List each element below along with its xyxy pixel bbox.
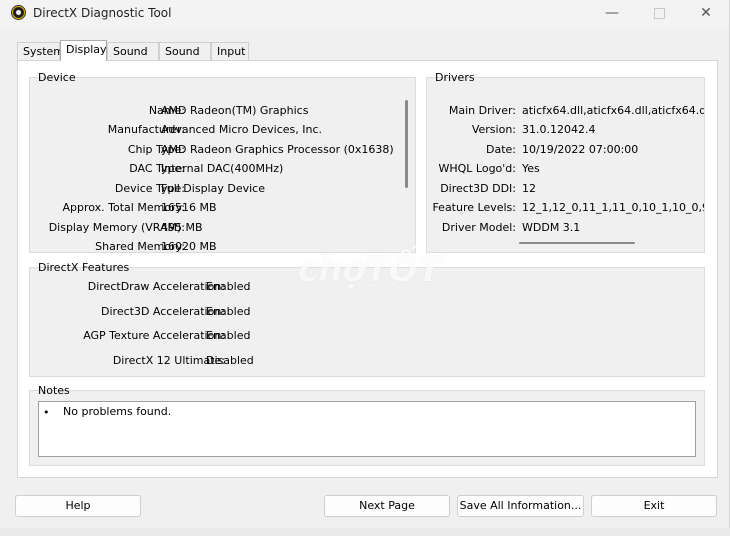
directx-app-icon — [11, 5, 26, 20]
driver-label: Direct3D DDI: — [440, 182, 516, 195]
driver-row: Main Driver: aticfx64.dll,aticfx64.dll,a… — [427, 101, 704, 120]
save-all-information-button[interactable]: Save All Information... — [457, 495, 584, 517]
driver-row: WHQL Logo'd: Yes — [427, 159, 704, 178]
driver-value: 10/19/2022 07:00:00 — [522, 143, 639, 156]
device-row: Manufacturer: Advanced Micro Devices, In… — [30, 120, 410, 139]
driver-label: Version: — [471, 123, 516, 136]
driver-value: Yes — [522, 162, 540, 175]
tab-sound-1[interactable]: Sound 1 — [107, 42, 159, 75]
maximize-icon — [653, 7, 665, 19]
device-value: Full Display Device — [161, 182, 265, 195]
device-value: Internal DAC(400MHz) — [161, 162, 284, 175]
help-button[interactable]: Help — [15, 495, 141, 517]
close-button[interactable]: ✕ — [683, 0, 729, 28]
device-row: Display Memory (VRAM): 495 MB — [30, 218, 410, 237]
tab-input[interactable]: Input — [211, 42, 249, 60]
background-strip — [0, 528, 730, 536]
driver-value: 31.0.12042.4 — [522, 123, 596, 136]
driver-value: 12 — [522, 182, 536, 195]
window-title: DirectX Diagnostic Tool — [33, 6, 172, 20]
tab-display[interactable]: Display — [60, 40, 107, 61]
feature-row: Direct3D Acceleration: Enabled — [30, 302, 330, 321]
feature-value: Disabled — [206, 354, 254, 367]
note-item: No problems found. — [63, 405, 172, 418]
directx-features-title: DirectX Features — [38, 261, 130, 274]
device-value: 495 MB — [161, 221, 203, 234]
driver-value: aticfx64.dll,aticfx64.dll,aticfx64.dll,a… — [522, 104, 704, 117]
maximize-button[interactable] — [636, 0, 682, 28]
device-row: Chip Type: AMD Radeon Graphics Processor… — [30, 140, 410, 159]
dxdiag-window: DirectX Diagnostic Tool — ✕ System Displ… — [0, 0, 730, 529]
feature-row: DirectX 12 Ultimate: Disabled — [30, 351, 330, 370]
driver-row: Direct3D DDI: 12 — [427, 179, 704, 198]
exit-button[interactable]: Exit — [591, 495, 717, 517]
device-row: Approx. Total Memory: 16516 MB — [30, 198, 410, 217]
feature-label: AGP Texture Acceleration: — [83, 329, 225, 342]
device-value: AMD Radeon(TM) Graphics — [161, 104, 309, 117]
notes-title: Notes — [38, 384, 70, 397]
driver-value: WDDM 3.1 — [522, 221, 581, 234]
device-group-title: Device — [38, 71, 76, 84]
driver-label: Driver Model: — [441, 221, 516, 234]
feature-label: DirectDraw Acceleration: — [87, 280, 225, 293]
device-value: AMD Radeon Graphics Processor (0x1638) — [161, 143, 394, 156]
driver-label: WHQL Logo'd: — [438, 162, 516, 175]
driver-row: Version: 31.0.12042.4 — [427, 120, 704, 139]
feature-value: Enabled — [206, 329, 251, 342]
device-vertical-scrollbar[interactable] — [405, 100, 408, 188]
driver-label: Date: — [486, 143, 516, 156]
tab-system[interactable]: System — [17, 42, 64, 60]
device-row: Device Type: Full Display Device — [30, 179, 410, 198]
device-row: Name: AMD Radeon(TM) Graphics — [30, 101, 410, 120]
feature-value: Enabled — [206, 305, 251, 318]
next-page-button[interactable]: Next Page — [324, 495, 450, 517]
feature-row: AGP Texture Acceleration: Enabled — [30, 326, 330, 345]
drivers-group-title: Drivers — [435, 71, 475, 84]
driver-row: Date: 10/19/2022 07:00:00 — [427, 140, 704, 159]
driver-label: Main Driver: — [448, 104, 516, 117]
device-row: DAC Type: Internal DAC(400MHz) — [30, 159, 410, 178]
notes-bullet: • — [43, 406, 50, 419]
drivers-horizontal-scrollbar[interactable] — [519, 242, 635, 244]
device-value: 16516 MB — [161, 201, 217, 214]
notes-textbox[interactable]: • No problems found. — [38, 401, 696, 457]
feature-value: Enabled — [206, 280, 251, 293]
device-value: 16020 MB — [161, 240, 217, 253]
title-bar[interactable]: DirectX Diagnostic Tool — ✕ — [0, 0, 729, 28]
tab-sound-2[interactable]: Sound 2 — [159, 42, 211, 75]
driver-row: Driver Model: WDDM 3.1 — [427, 218, 704, 237]
driver-value: 12_1,12_0,11_1,11_0,10_1,10_0,9_3 — [522, 201, 704, 214]
driver-row: Feature Levels: 12_1,12_0,11_1,11_0,10_1… — [427, 198, 704, 217]
minimize-button[interactable]: — — [589, 0, 635, 28]
device-row: Shared Memory: 16020 MB — [30, 237, 410, 256]
device-value: Advanced Micro Devices, Inc. — [161, 123, 323, 136]
feature-row: DirectDraw Acceleration: Enabled — [30, 277, 330, 296]
driver-label: Feature Levels: — [432, 201, 516, 214]
